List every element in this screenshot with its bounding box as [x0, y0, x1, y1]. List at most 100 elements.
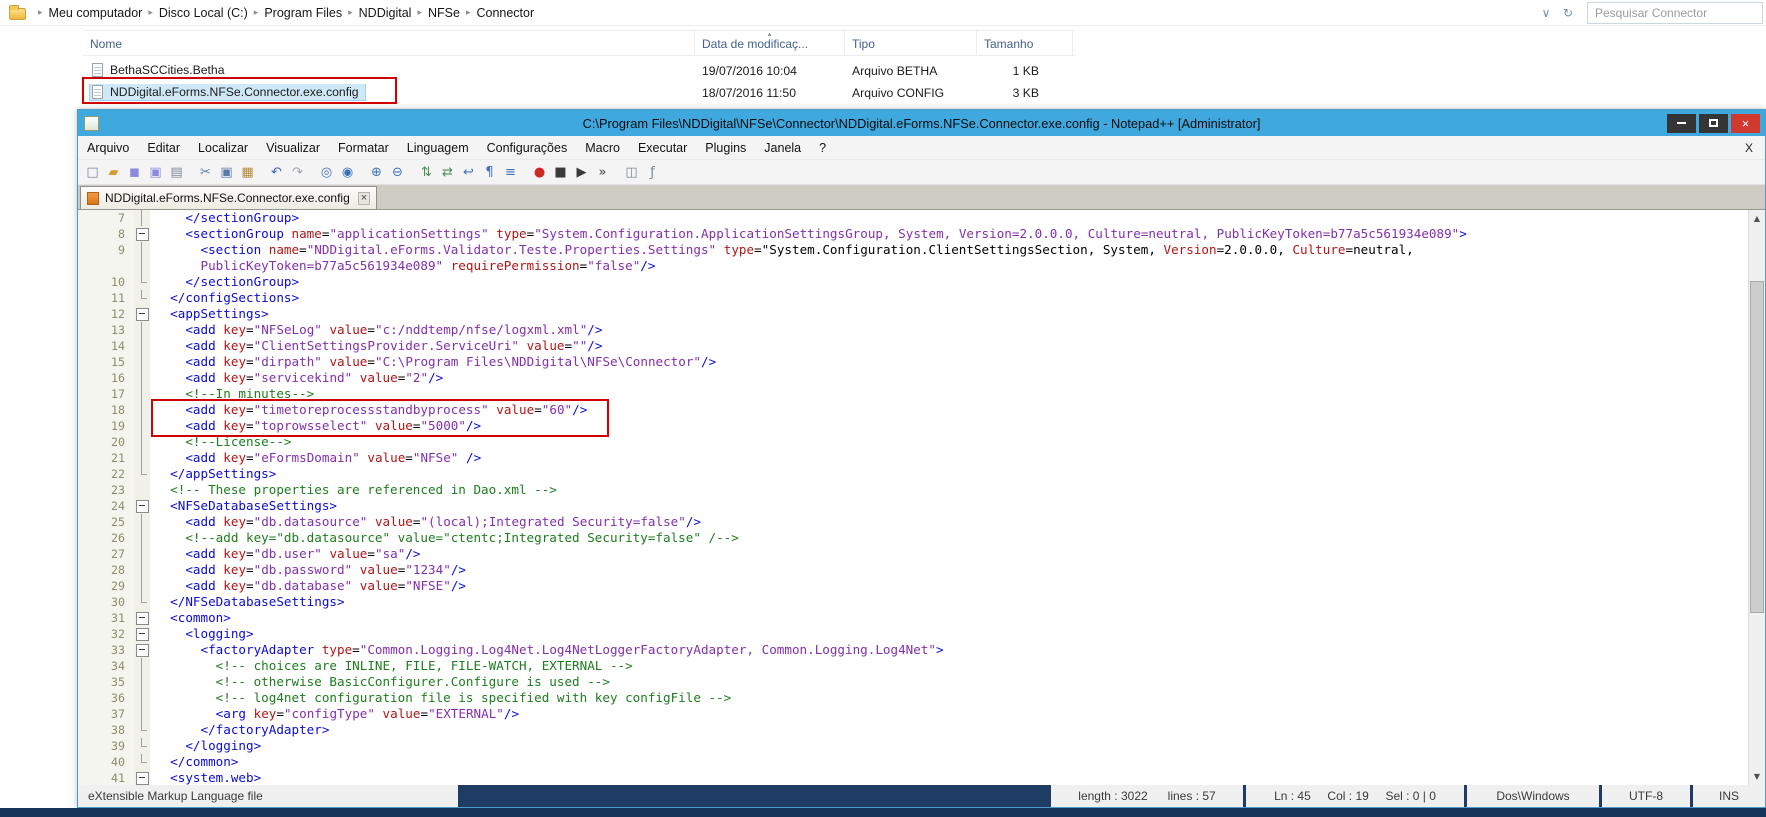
maximize-button[interactable]	[1699, 114, 1728, 133]
maximize-icon	[1709, 119, 1718, 127]
cut-icon[interactable]: ✂	[196, 163, 215, 182]
menu-item[interactable]: Localizar	[189, 141, 257, 155]
minimize-icon	[1677, 122, 1686, 124]
menu-item[interactable]: Configurações	[478, 141, 577, 155]
breadcrumb-item[interactable]: Meu computador	[49, 6, 143, 20]
column-header-name[interactable]: Nome	[83, 31, 695, 55]
word-wrap-icon[interactable]: ↩	[459, 163, 478, 182]
menu-item[interactable]: Macro	[576, 141, 629, 155]
file-row[interactable]: BethaSCCities.Betha19/07/2016 10:04Arqui…	[83, 60, 1075, 82]
line-number: 29	[78, 578, 134, 594]
code-text: <add key="ClientSettingsProvider.Service…	[150, 338, 602, 354]
document-icon	[87, 192, 99, 205]
indent-guide-icon[interactable]: ≡	[501, 163, 520, 182]
toolbar-separator	[408, 163, 416, 182]
code-text: <system.web>	[150, 770, 261, 785]
search-input[interactable]	[1595, 6, 1755, 20]
show-all-characters-icon[interactable]: ¶	[480, 163, 499, 182]
file-type-cell: Arquivo BETHA	[845, 64, 977, 78]
menu-item[interactable]: Editar	[138, 141, 189, 155]
line-number: 31	[78, 610, 134, 626]
menu-item[interactable]: Plugins	[696, 141, 755, 155]
menu-item[interactable]: Linguagem	[398, 141, 478, 155]
fold-toggle-icon[interactable]	[134, 498, 150, 514]
breadcrumb-item[interactable]: Program Files	[264, 6, 342, 20]
fold-toggle-icon[interactable]	[134, 306, 150, 322]
save-all-icon[interactable]: ▣	[146, 163, 165, 182]
code-line: 37 <arg key="configType" value="EXTERNAL…	[78, 706, 1748, 722]
code-lines: 7 </sectionGroup>8 <sectionGroup name="a…	[78, 210, 1748, 785]
file-row[interactable]: NDDigital.eForms.NFSe.Connector.exe.conf…	[83, 82, 1075, 104]
file-name-cell: BethaSCCities.Betha	[83, 62, 695, 80]
fold-toggle-icon[interactable]	[134, 770, 150, 785]
fold-toggle-icon[interactable]	[134, 610, 150, 626]
window-buttons: ×	[1667, 114, 1765, 133]
zoom-out-icon[interactable]: ⊖	[388, 163, 407, 182]
document-close-button[interactable]: X	[1745, 141, 1765, 155]
line-number: 9	[78, 242, 134, 258]
menu-item[interactable]: Visualizar	[257, 141, 329, 155]
fold-toggle-icon[interactable]	[134, 642, 150, 658]
column-header-type[interactable]: Tipo	[845, 31, 977, 55]
menu-item[interactable]: Formatar	[329, 141, 398, 155]
replace-icon[interactable]: ◉	[338, 163, 357, 182]
breadcrumb-item[interactable]: Connector	[476, 6, 534, 20]
tab-active[interactable]: NDDigital.eForms.NFSe.Connector.exe.conf…	[80, 186, 377, 209]
breadcrumb-item[interactable]: NDDigital	[359, 6, 412, 20]
play-macro-icon[interactable]: ▶	[572, 163, 591, 182]
refresh-icon[interactable]: ↻	[1557, 6, 1579, 20]
undo-icon[interactable]: ↶	[267, 163, 286, 182]
code-text: <!--License-->	[150, 434, 292, 450]
close-button[interactable]: ×	[1731, 114, 1760, 133]
address-dropdown-icon[interactable]: ∨	[1535, 6, 1557, 20]
sync-horizontal-icon[interactable]: ⇄	[438, 163, 457, 182]
menu-item[interactable]: Arquivo	[78, 141, 138, 155]
record-macro-icon[interactable]: ●	[530, 163, 549, 182]
stop-macro-icon[interactable]: ■	[551, 163, 570, 182]
document-map-icon[interactable]: ◫	[622, 163, 641, 182]
save-icon[interactable]: ◼	[125, 163, 144, 182]
line-number: 13	[78, 322, 134, 338]
column-header-modified[interactable]: Data de modificaç...▴	[695, 31, 845, 55]
fold-margin	[134, 466, 150, 482]
code-text: <appSettings>	[150, 306, 269, 322]
code-line: 40 </common>	[78, 754, 1748, 770]
paste-icon[interactable]: ▦	[238, 163, 257, 182]
run-macro-multiple-icon[interactable]: »	[593, 163, 612, 182]
vertical-scrollbar[interactable]: ▲ ▼	[1748, 210, 1765, 785]
breadcrumb-separator-icon: ▸	[417, 8, 422, 18]
line-number: 18	[78, 402, 134, 418]
menu-items: ArquivoEditarLocalizarVisualizarFormatar…	[78, 141, 835, 155]
scroll-down-icon[interactable]: ▼	[1749, 768, 1765, 785]
scrollbar-thumb[interactable]	[1750, 281, 1764, 613]
sync-vertical-icon[interactable]: ⇅	[417, 163, 436, 182]
title-bar[interactable]: C:\Program Files\NDDigital\NFSe\Connecto…	[78, 110, 1765, 136]
menu-item[interactable]: Janela	[755, 141, 810, 155]
breadcrumb-item[interactable]: Disco Local (C:)	[159, 6, 248, 20]
menu-item[interactable]: Executar	[629, 141, 696, 155]
code-line: 33 <factoryAdapter type="Common.Logging.…	[78, 642, 1748, 658]
fold-toggle-icon[interactable]	[134, 626, 150, 642]
code-line: 8 <sectionGroup name="applicationSetting…	[78, 226, 1748, 242]
code-line: 15 <add key="dirpath" value="C:\Program …	[78, 354, 1748, 370]
new-file-icon[interactable]: □	[83, 163, 102, 182]
tab-close-icon[interactable]: ×	[358, 192, 370, 205]
code-line: 7 </sectionGroup>	[78, 210, 1748, 226]
redo-icon[interactable]: ↷	[288, 163, 307, 182]
code-text: <add key="db.password" value="1234"/>	[150, 562, 466, 578]
zoom-in-icon[interactable]: ⊕	[367, 163, 386, 182]
find-icon[interactable]: ◎	[317, 163, 336, 182]
scroll-up-icon[interactable]: ▲	[1749, 210, 1765, 227]
code-text: </factoryAdapter>	[150, 722, 329, 738]
print-icon[interactable]: ▤	[167, 163, 186, 182]
editor-area[interactable]: 7 </sectionGroup>8 <sectionGroup name="a…	[78, 209, 1765, 785]
breadcrumb-item[interactable]: NFSe	[428, 6, 460, 20]
minimize-button[interactable]	[1667, 114, 1696, 133]
fold-margin	[134, 722, 150, 738]
function-list-icon[interactable]: ƒ	[643, 163, 662, 182]
open-folder-icon[interactable]: ▰	[104, 163, 123, 182]
menu-item[interactable]: ?	[810, 141, 835, 155]
copy-icon[interactable]: ▣	[217, 163, 236, 182]
column-header-size[interactable]: Tamanho	[977, 31, 1073, 55]
fold-toggle-icon[interactable]	[134, 226, 150, 242]
